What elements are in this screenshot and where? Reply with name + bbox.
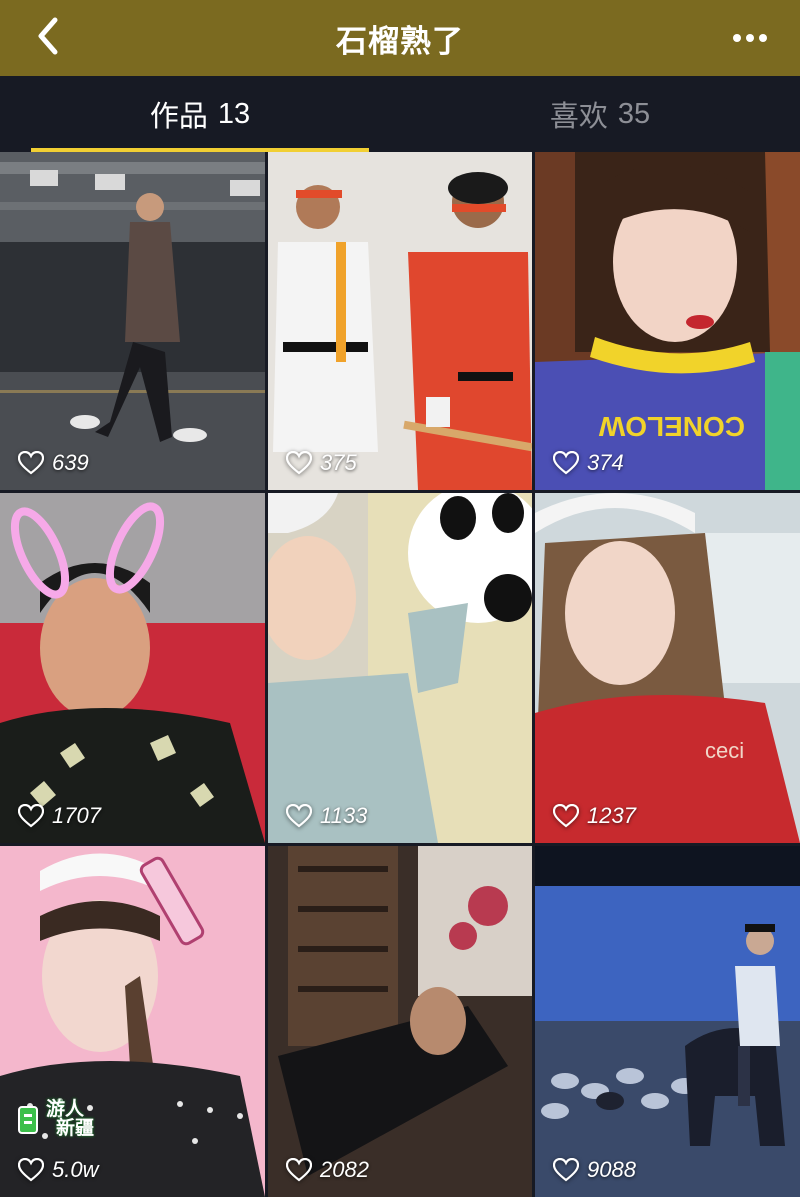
- video-thumbnail[interactable]: 1707: [0, 493, 265, 843]
- watermark-text-2: 新疆: [56, 1118, 95, 1139]
- tab-works-count: 13: [217, 97, 251, 130]
- heart-icon: [286, 451, 312, 475]
- like-count: 9088: [553, 1157, 636, 1183]
- video-thumbnail[interactable]: 1133: [268, 493, 532, 843]
- like-count-value: 9088: [587, 1157, 636, 1182]
- video-thumbnail[interactable]: 5.0w: [0, 846, 265, 1197]
- heart-icon: [553, 1158, 579, 1182]
- video-thumbnail[interactable]: ceci 1237: [535, 493, 800, 843]
- video-thumbnail[interactable]: 639: [0, 152, 265, 490]
- watermark-logo: 游人 新疆: [16, 1100, 94, 1138]
- video-thumbnail-image: [268, 846, 532, 1197]
- heart-icon: [286, 1158, 312, 1182]
- svg-text:CONELOW: CONELOW: [598, 411, 745, 442]
- like-count: 5.0w: [18, 1157, 98, 1183]
- video-thumbnail-image: [0, 493, 265, 843]
- like-count: 1133: [286, 803, 367, 829]
- tab-likes[interactable]: 喜欢 35: [400, 76, 800, 152]
- like-count: 374: [553, 450, 624, 476]
- like-count-value: 2082: [320, 1157, 369, 1182]
- heart-icon: [553, 804, 579, 828]
- like-count-value: 375: [320, 450, 357, 475]
- chevron-left-icon: [38, 17, 58, 55]
- tab-works[interactable]: 作品 13: [0, 76, 400, 152]
- more-horizontal-icon: [733, 34, 767, 42]
- heart-icon: [286, 804, 312, 828]
- tab-likes-label: 喜欢: [549, 101, 608, 133]
- like-count: 375: [286, 450, 357, 476]
- more-button[interactable]: [730, 20, 770, 56]
- video-grid: 639 375 CONELOW 374 1707 1133 ceci 1237 …: [0, 152, 800, 1197]
- svg-text:ceci: ceci: [705, 738, 744, 763]
- top-bar: 石榴熟了: [0, 0, 800, 76]
- like-count: 639: [18, 450, 89, 476]
- like-count-value: 639: [52, 450, 89, 475]
- like-count-value: 1237: [587, 803, 636, 828]
- video-thumbnail-image: [0, 152, 265, 490]
- video-thumbnail[interactable]: 2082: [268, 846, 532, 1197]
- like-count-value: 1707: [52, 803, 101, 828]
- like-count: 2082: [286, 1157, 369, 1183]
- like-count: 1237: [553, 803, 636, 829]
- watermark-text-1: 游人: [46, 1099, 85, 1120]
- video-thumbnail[interactable]: 375: [268, 152, 532, 490]
- heart-icon: [553, 451, 579, 475]
- heart-icon: [18, 804, 44, 828]
- heart-icon: [18, 451, 44, 475]
- like-count: 1707: [18, 803, 101, 829]
- video-thumbnail-image: [535, 846, 800, 1197]
- video-thumbnail[interactable]: 9088: [535, 846, 800, 1197]
- tab-likes-count: 35: [617, 97, 651, 130]
- video-thumbnail-image: [268, 493, 532, 843]
- video-thumbnail-image: CONELOW: [535, 152, 800, 490]
- video-thumbnail-image: [268, 152, 532, 490]
- video-thumbnail-image: ceci: [535, 493, 800, 843]
- back-button[interactable]: [26, 14, 70, 58]
- video-thumbnail[interactable]: CONELOW 374: [535, 152, 800, 490]
- logo-icon: [18, 1106, 38, 1134]
- page-title: 石榴熟了: [336, 23, 464, 59]
- like-count-value: 5.0w: [52, 1157, 99, 1182]
- like-count-value: 1133: [320, 803, 368, 828]
- like-count-value: 374: [587, 450, 624, 475]
- video-thumbnail-image: [0, 846, 265, 1197]
- heart-icon: [18, 1158, 44, 1182]
- tab-works-label: 作品: [149, 101, 208, 133]
- profile-tabs: 作品 13 喜欢 35: [0, 76, 800, 152]
